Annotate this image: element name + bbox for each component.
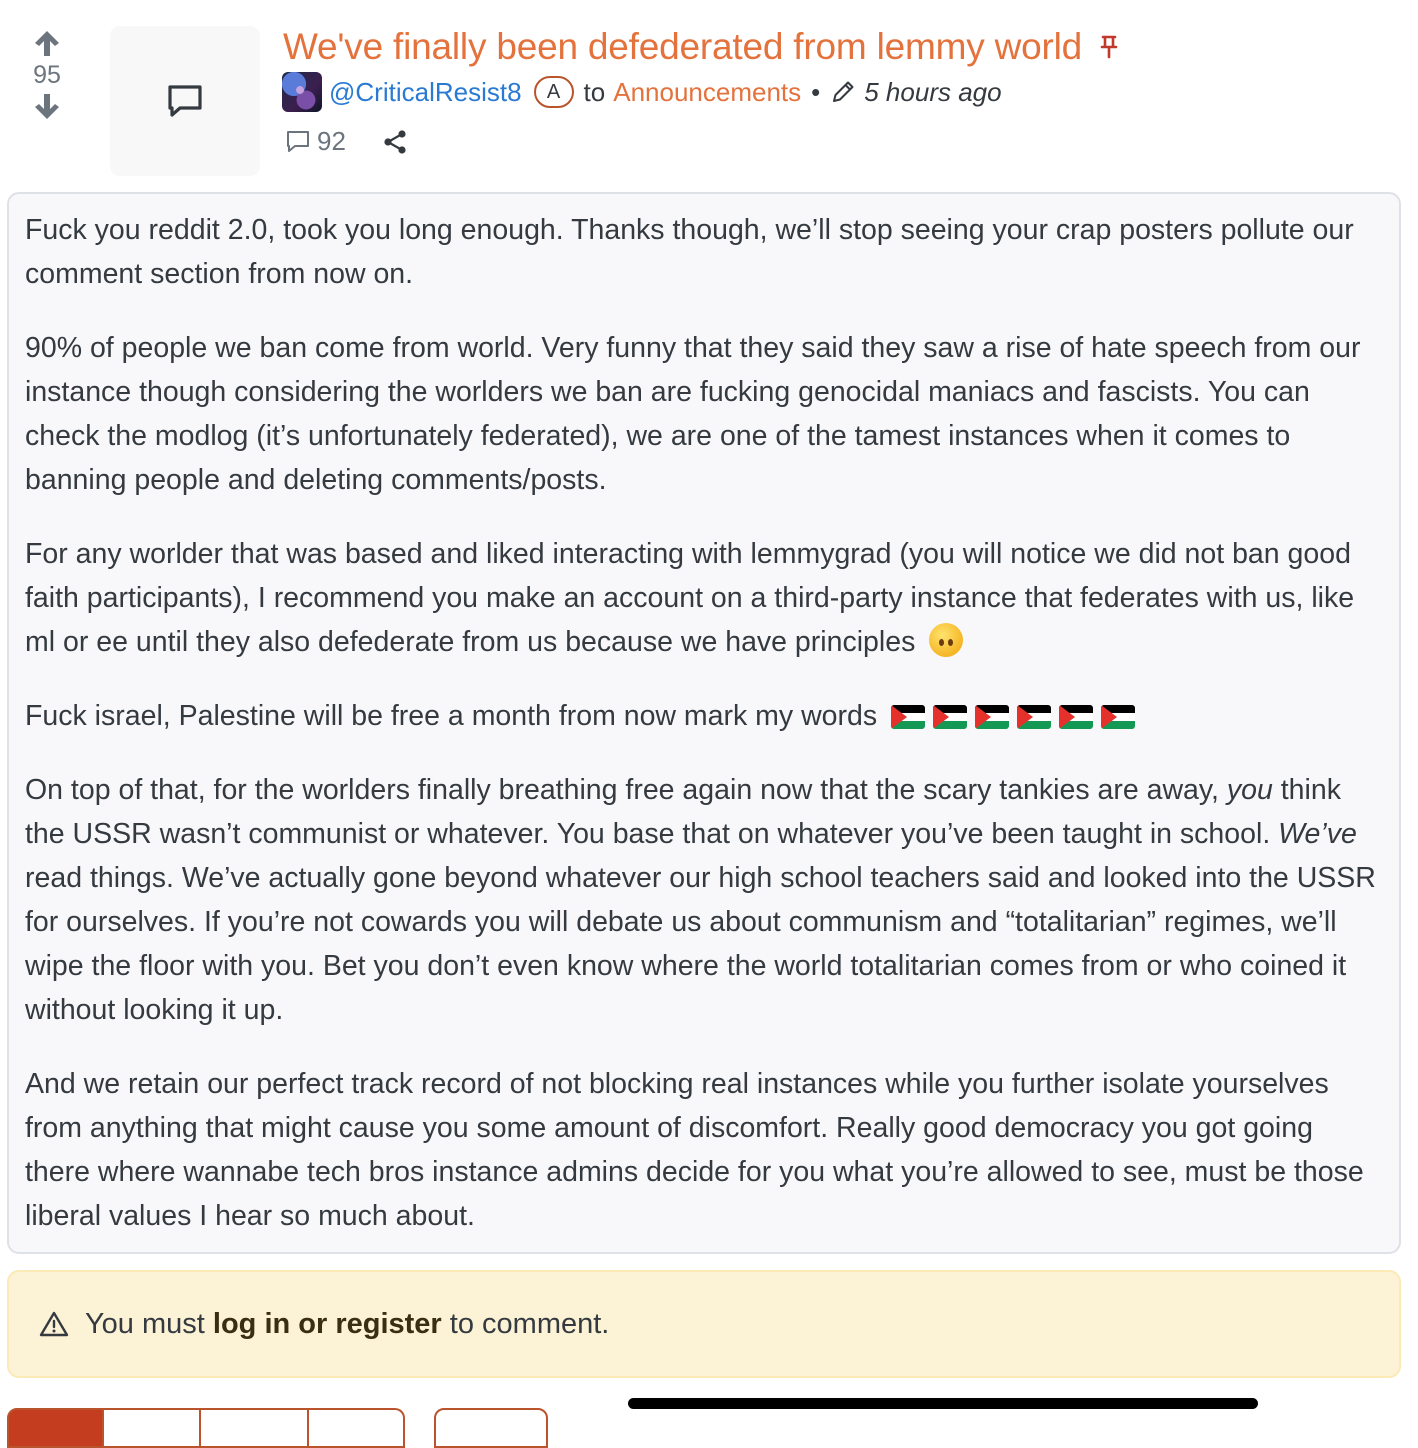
body-paragraph: And we retain our perfect track record o…: [25, 1068, 1364, 1232]
post-title[interactable]: We've finally been defederated from lemm…: [283, 26, 1082, 68]
post-time: 5 hours ago: [864, 76, 1002, 107]
view-button[interactable]: [434, 1408, 548, 1448]
to-label: to: [583, 76, 606, 107]
login-register-link[interactable]: log in or register: [213, 1308, 442, 1341]
warning-icon: [39, 1310, 69, 1338]
palestine-flag-emoji: [1059, 705, 1094, 729]
palestine-flag-emoji: [1017, 705, 1052, 729]
palestine-flag-emoji: [1101, 705, 1136, 729]
sort-button-group: [7, 1408, 405, 1448]
upside-down-face-emoji: [929, 623, 964, 657]
body-paragraph: 90% of people we ban come from world. Ve…: [25, 332, 1361, 496]
vote-column: 95: [20, 28, 74, 122]
palestine-flag-emoji: [933, 705, 968, 729]
sort-button[interactable]: [104, 1408, 201, 1448]
post-thumbnail[interactable]: [110, 26, 260, 176]
post-meta: @CriticalResist8 A to Announcements • 5 …: [282, 72, 1002, 112]
post-score: 95: [33, 61, 61, 89]
post-body: Fuck you reddit 2.0, took you long enoug…: [7, 192, 1401, 1254]
comment-icon[interactable]: [285, 129, 311, 155]
community-link[interactable]: Announcements: [613, 77, 801, 108]
body-paragraph: On top of that, for the worlders finally…: [25, 774, 1376, 1026]
meta-separator: •: [811, 76, 821, 107]
alert-prefix: You must: [85, 1307, 205, 1340]
login-alert: You must log in or register to comment.: [7, 1270, 1401, 1378]
home-indicator[interactable]: [628, 1398, 1258, 1409]
arrow-up-icon[interactable]: [31, 28, 63, 58]
body-paragraph: For any worlder that was based and liked…: [25, 538, 1355, 658]
alert-suffix: to comment.: [449, 1307, 610, 1340]
sort-button[interactable]: [201, 1408, 309, 1448]
palestine-flag-emoji: [975, 705, 1010, 729]
pencil-icon: [830, 79, 856, 105]
palestine-flags: [891, 705, 1136, 729]
comment-icon: [168, 85, 202, 117]
palestine-flag-emoji: [891, 705, 926, 729]
author-link[interactable]: @CriticalResist8: [329, 77, 522, 108]
pin-icon: [1100, 35, 1118, 59]
body-paragraph: Fuck israel, Palestine will be free a mo…: [25, 694, 1383, 738]
share-icon[interactable]: [382, 129, 408, 155]
sort-button[interactable]: [309, 1408, 405, 1448]
admin-badge: A: [533, 76, 574, 108]
post-title-row: We've finally been defederated from lemm…: [283, 26, 1118, 68]
comment-count[interactable]: 92: [317, 126, 346, 157]
post-stats: 92: [285, 126, 408, 157]
sort-button-active[interactable]: [7, 1408, 104, 1448]
body-paragraph: Fuck you reddit 2.0, took you long enoug…: [25, 214, 1354, 290]
arrow-down-icon[interactable]: [31, 92, 63, 122]
avatar[interactable]: [282, 72, 322, 112]
